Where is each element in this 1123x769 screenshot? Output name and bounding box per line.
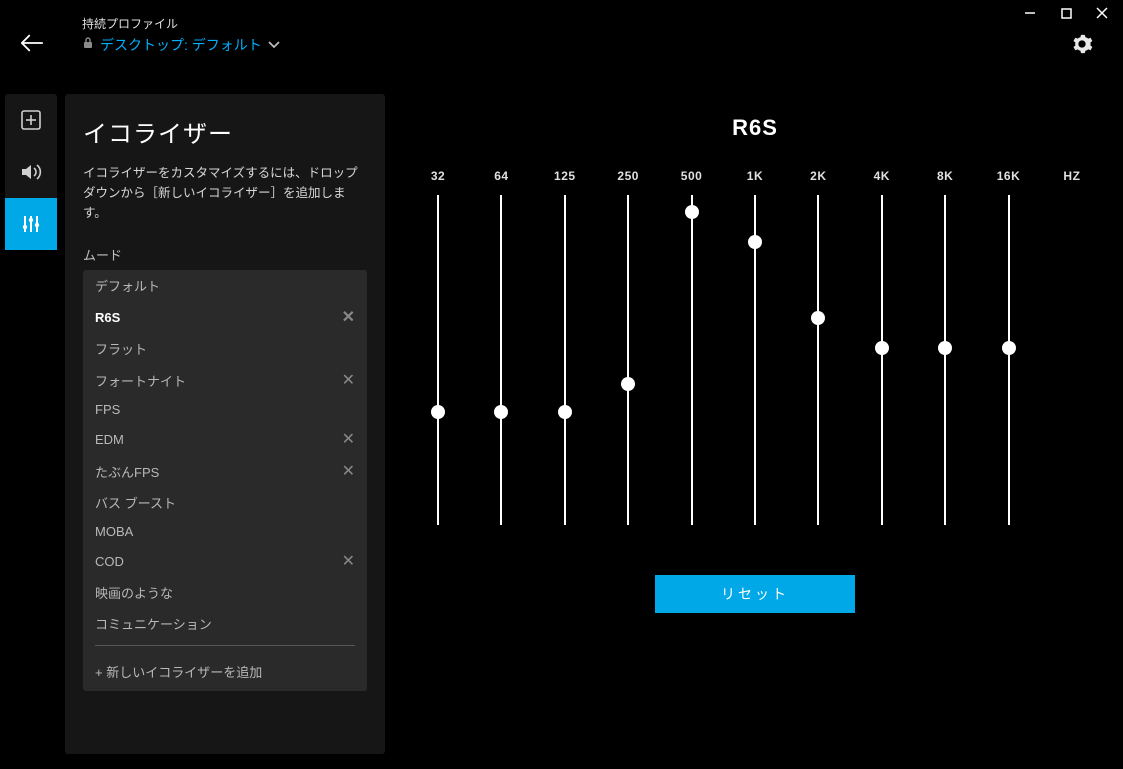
slider-thumb[interactable] bbox=[748, 235, 762, 249]
slider-track bbox=[691, 195, 693, 525]
preset-item[interactable]: EDM ✕ bbox=[83, 423, 367, 455]
eq-slider[interactable] bbox=[418, 195, 458, 525]
preset-item[interactable]: MOBA bbox=[83, 518, 367, 545]
slider-thumb[interactable] bbox=[938, 341, 952, 355]
preset-item[interactable]: バス ブースト bbox=[83, 487, 367, 518]
slider-thumb[interactable] bbox=[558, 405, 572, 419]
slider-thumb[interactable] bbox=[431, 405, 445, 419]
nav-equalizer[interactable] bbox=[5, 198, 57, 250]
preset-item[interactable]: フラット bbox=[83, 333, 367, 364]
eq-slider[interactable] bbox=[862, 195, 902, 525]
eq-slider[interactable] bbox=[798, 195, 838, 525]
delete-preset-icon[interactable]: ✕ bbox=[342, 307, 355, 327]
eq-slider[interactable] bbox=[545, 195, 585, 525]
header: 持続プロファイル デスクトップ: デフォルト bbox=[20, 15, 1103, 55]
preset-item-label: MOBA bbox=[95, 524, 133, 539]
band-label: 32 bbox=[418, 169, 458, 183]
slider-thumb[interactable] bbox=[685, 205, 699, 219]
band-label: 4K bbox=[862, 169, 902, 183]
preset-item[interactable]: R6S ✕ bbox=[83, 301, 367, 333]
eq-slider[interactable] bbox=[925, 195, 965, 525]
band-label: 64 bbox=[481, 169, 521, 183]
preset-item-label: バス ブースト bbox=[95, 493, 176, 512]
back-button[interactable] bbox=[20, 31, 44, 55]
equalizer-title: R6S bbox=[410, 115, 1100, 141]
equalizer-panel: イコライザー イコライザーをカスタマイズするには、ドロップダウンから［新しいイコ… bbox=[65, 94, 385, 754]
slider-track bbox=[817, 195, 819, 525]
mood-label: ムード bbox=[83, 245, 367, 264]
unit-label: HZ bbox=[1052, 169, 1092, 183]
reset-button[interactable]: リセット bbox=[655, 575, 855, 613]
band-label: 8K bbox=[925, 169, 965, 183]
nav-add[interactable] bbox=[5, 94, 57, 146]
panel-title: イコライザー bbox=[83, 114, 367, 149]
band-label: 2K bbox=[798, 169, 838, 183]
eq-slider[interactable] bbox=[989, 195, 1029, 525]
lock-icon bbox=[82, 36, 94, 54]
delete-preset-icon[interactable]: ✕ bbox=[342, 551, 355, 571]
slider-track bbox=[1008, 195, 1010, 525]
side-nav bbox=[5, 94, 57, 250]
add-equalizer-button[interactable]: + 新しいイコライザーを追加 bbox=[83, 652, 367, 691]
profile-block: 持続プロファイル デスクトップ: デフォルト bbox=[82, 15, 280, 55]
band-label: 250 bbox=[608, 169, 648, 183]
equalizer-band-labels: 32 64 125 250 500 1K 2K 4K 8K 16K HZ bbox=[410, 169, 1100, 183]
band-label: 500 bbox=[672, 169, 712, 183]
delete-preset-icon[interactable]: ✕ bbox=[342, 461, 355, 481]
band-label: 1K bbox=[735, 169, 775, 183]
preset-item-label: FPS bbox=[95, 402, 120, 417]
preset-item[interactable]: FPS bbox=[83, 396, 367, 423]
preset-item[interactable]: たぶんFPS ✕ bbox=[83, 455, 367, 487]
slider-track bbox=[500, 195, 502, 525]
profile-label: 持続プロファイル bbox=[82, 15, 280, 32]
preset-dropdown[interactable]: デフォルト R6S ✕ フラットフォートナイト ✕ FPS EDM ✕ たぶんFPS ✕ バス ブー… bbox=[83, 270, 367, 691]
dropdown-divider bbox=[95, 645, 355, 646]
slider-thumb[interactable] bbox=[494, 405, 508, 419]
panel-description: イコライザーをカスタマイズするには、ドロップダウンから［新しいイコライザー］を追… bbox=[83, 163, 367, 223]
preset-item-label: フォートナイト bbox=[95, 371, 186, 390]
band-label: 16K bbox=[989, 169, 1029, 183]
slider-track bbox=[944, 195, 946, 525]
delete-preset-icon[interactable]: ✕ bbox=[342, 429, 355, 449]
slider-track bbox=[564, 195, 566, 525]
eq-slider[interactable] bbox=[672, 195, 712, 525]
eq-slider[interactable] bbox=[735, 195, 775, 525]
slider-track bbox=[437, 195, 439, 525]
preset-item-label: たぶんFPS bbox=[95, 462, 159, 481]
slider-track bbox=[627, 195, 629, 525]
preset-item[interactable]: デフォルト bbox=[83, 270, 367, 301]
preset-item[interactable]: COD ✕ bbox=[83, 545, 367, 577]
preset-item-label: デフォルト bbox=[95, 276, 160, 295]
profile-value: デスクトップ: デフォルト bbox=[100, 35, 262, 55]
eq-slider[interactable] bbox=[481, 195, 521, 525]
preset-item-label: COD bbox=[95, 554, 124, 569]
delete-preset-icon[interactable]: ✕ bbox=[342, 370, 355, 390]
band-label: 125 bbox=[545, 169, 585, 183]
preset-item-label: 映画のような bbox=[95, 583, 173, 602]
preset-item-label: R6S bbox=[95, 310, 120, 325]
preset-item[interactable]: フォートナイト ✕ bbox=[83, 364, 367, 396]
slider-thumb[interactable] bbox=[1002, 341, 1016, 355]
unit-column bbox=[1052, 195, 1092, 525]
slider-thumb[interactable] bbox=[811, 311, 825, 325]
eq-slider[interactable] bbox=[608, 195, 648, 525]
settings-button[interactable] bbox=[1071, 33, 1093, 60]
preset-item[interactable]: コミュニケーション bbox=[83, 608, 367, 639]
nav-volume[interactable] bbox=[5, 146, 57, 198]
slider-thumb[interactable] bbox=[621, 377, 635, 391]
chevron-down-icon bbox=[268, 36, 280, 54]
slider-track bbox=[881, 195, 883, 525]
profile-selector[interactable]: デスクトップ: デフォルト bbox=[82, 35, 280, 55]
equalizer-sliders bbox=[410, 195, 1100, 525]
preset-item-label: コミュニケーション bbox=[95, 614, 212, 633]
preset-item-label: フラット bbox=[95, 339, 147, 358]
slider-thumb[interactable] bbox=[875, 341, 889, 355]
preset-item-label: EDM bbox=[95, 432, 124, 447]
equalizer-area: R6S 32 64 125 250 500 1K 2K 4K 8K 16K HZ リセット bbox=[410, 115, 1100, 613]
preset-item[interactable]: 映画のような bbox=[83, 577, 367, 608]
